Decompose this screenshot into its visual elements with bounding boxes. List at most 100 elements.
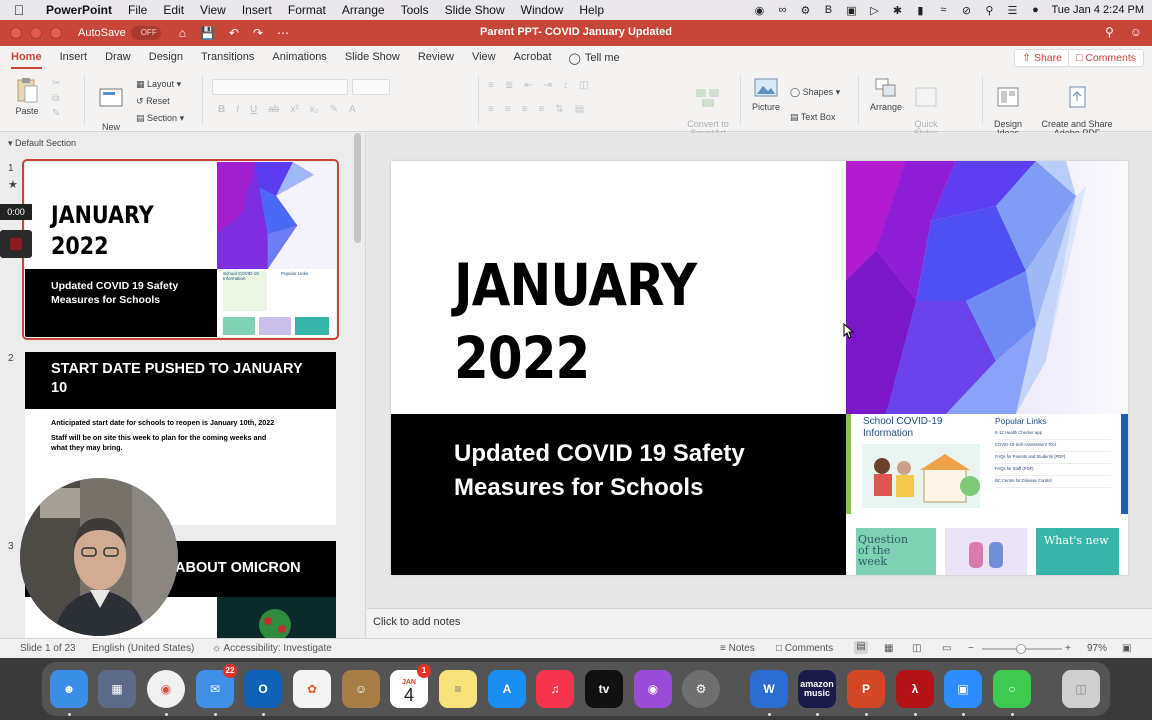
bluetooth-icon[interactable]: ✱ <box>890 5 904 17</box>
slide-thumbnail-1[interactable]: JANUARY 2022 Updated COVID 19 Safety Mea… <box>22 159 339 340</box>
battery-icon[interactable]: ▮ <box>913 5 927 17</box>
chrome-icon[interactable]: ◉ <box>147 670 185 708</box>
underline-icon[interactable]: U <box>250 104 257 115</box>
slide-sorter-icon[interactable]: ▦ <box>884 643 893 654</box>
current-slide[interactable]: JANUARY 2022 Updated COVID 19 Safety Mea… <box>391 161 1128 575</box>
justify-icon[interactable]: ≡ <box>539 104 545 115</box>
menu-window[interactable]: Window <box>513 3 572 17</box>
play-icon[interactable]: ▷ <box>867 5 881 17</box>
tab-transitions[interactable]: Transitions <box>192 46 263 70</box>
acrobat-icon[interactable]: λ <box>896 670 934 708</box>
close-window-button[interactable] <box>10 27 22 39</box>
superscript-icon[interactable]: x² <box>290 104 298 115</box>
more-icon[interactable]: ⋯ <box>277 26 289 40</box>
music-icon[interactable]: ♫ <box>536 670 574 708</box>
notes-pane[interactable]: Click to add notes <box>367 608 1152 638</box>
photos-icon[interactable]: ✿ <box>293 670 331 708</box>
amazon-music-icon[interactable]: amazon music <box>798 670 836 708</box>
comments-button[interactable]: □ Comments <box>1067 49 1144 67</box>
search-icon[interactable]: ⚲ <box>1105 25 1114 39</box>
stop-recording-button[interactable] <box>0 230 32 258</box>
quick-styles-button[interactable]: Quick Styles <box>908 76 944 138</box>
paste-button[interactable]: Paste <box>10 76 44 116</box>
account-icon[interactable]: ☺ <box>1130 25 1142 39</box>
powerpoint-icon[interactable]: P <box>847 670 885 708</box>
align-center-icon[interactable]: ≡ <box>505 104 511 115</box>
zoom-in-icon[interactable]: + <box>1065 643 1071 654</box>
tab-view[interactable]: View <box>463 46 505 70</box>
format-painter-icon[interactable]: ✎ <box>52 106 60 121</box>
section-header[interactable]: ▾ Default Section <box>8 138 76 149</box>
share-button[interactable]: ⇧ Share <box>1014 49 1070 67</box>
language[interactable]: English (United States) <box>92 643 194 654</box>
focus-icon[interactable]: ⊘ <box>959 5 973 17</box>
reading-view-icon[interactable]: ◫ <box>912 643 921 654</box>
section-button[interactable]: ▤ Section ▾ <box>136 110 184 127</box>
align-left-icon[interactable]: ≡ <box>488 104 494 115</box>
minimize-window-button[interactable] <box>30 27 42 39</box>
text-box-button[interactable]: ▤ Text Box <box>790 105 840 130</box>
control-center-icon[interactable]: ☰ <box>1005 5 1019 17</box>
tab-draw[interactable]: Draw <box>96 46 140 70</box>
increase-indent-icon[interactable]: ⇥ <box>544 80 552 91</box>
clock[interactable]: Tue Jan 4 2:24 PM <box>1051 4 1144 16</box>
font-family-select[interactable] <box>212 79 348 95</box>
slide-title[interactable]: JANUARY 2022 <box>454 249 697 395</box>
apple-menu-icon[interactable]:  <box>0 2 38 18</box>
autosave-toggle[interactable]: OFF <box>130 26 161 40</box>
tab-acrobat[interactable]: Acrobat <box>505 46 561 70</box>
strikethrough-icon[interactable]: ab <box>268 104 279 115</box>
font-size-select[interactable] <box>352 79 390 95</box>
tab-design[interactable]: Design <box>140 46 192 70</box>
finder-icon[interactable]: ☻ <box>50 670 88 708</box>
subscript-icon[interactable]: x₂ <box>310 104 319 115</box>
text-direction-icon[interactable]: ⇅ <box>555 104 563 115</box>
layout-button[interactable]: ▦ Layout ▾ <box>136 76 184 93</box>
normal-view-icon[interactable]: ▤ <box>854 641 868 654</box>
thumbnail-scrollbar[interactable] <box>354 133 361 243</box>
italic-icon[interactable]: I <box>236 104 239 115</box>
menu-help[interactable]: Help <box>571 3 612 17</box>
school-website-image[interactable]: School COVID-19 Information Popular Link… <box>846 414 1128 575</box>
tab-review[interactable]: Review <box>409 46 463 70</box>
highlight-icon[interactable]: ✎ <box>330 104 338 115</box>
system-preferences-icon[interactable]: ⚙ <box>682 670 720 708</box>
search-icon[interactable]: ⚲ <box>982 5 996 17</box>
menu-edit[interactable]: Edit <box>155 3 192 17</box>
zoom-app-icon[interactable]: ▣ <box>944 670 982 708</box>
tab-insert[interactable]: Insert <box>51 46 97 70</box>
accessibility-status[interactable]: ☼ Accessibility: Investigate <box>212 643 332 654</box>
home-icon[interactable]: ⌂ <box>179 26 186 40</box>
menu-slide-show[interactable]: Slide Show <box>437 3 513 17</box>
zoom-window-button[interactable] <box>50 27 62 39</box>
zoom-out-icon[interactable]: − <box>968 643 974 654</box>
slideshow-view-icon[interactable]: ▭ <box>942 643 951 654</box>
apple-tv-icon[interactable]: tv <box>585 670 623 708</box>
siri-icon[interactable]: ● <box>1028 4 1042 16</box>
screen-icon[interactable]: ▣ <box>844 5 858 17</box>
creative-cloud-icon[interactable]: ∞ <box>775 4 789 16</box>
app-store-icon[interactable]: A <box>488 670 526 708</box>
menu-insert[interactable]: Insert <box>234 3 280 17</box>
line-spacing-icon[interactable]: ↕ <box>563 80 568 91</box>
record-icon[interactable]: ◉ <box>752 5 766 17</box>
fit-to-window-icon[interactable]: ▣ <box>1122 643 1131 654</box>
shapes-button[interactable]: ◯ Shapes ▾ <box>790 80 840 105</box>
zoom-slider[interactable] <box>982 644 1062 654</box>
menu-format[interactable]: Format <box>280 3 334 17</box>
tell-me[interactable]: ◯ Tell me <box>561 52 628 65</box>
tab-home[interactable]: Home <box>2 46 51 70</box>
align-right-icon[interactable]: ≡ <box>522 104 528 115</box>
arrange-button[interactable]: Arrange <box>866 76 906 112</box>
menu-app-name[interactable]: PowerPoint <box>38 3 120 17</box>
columns-icon[interactable]: ◫ <box>579 80 588 91</box>
notes-app-icon[interactable]: ≡ <box>439 670 477 708</box>
slide-subtitle[interactable]: Updated COVID 19 Safety Measures for Sch… <box>454 437 745 505</box>
reset-button[interactable]: ↺ Reset <box>136 93 184 110</box>
menu-view[interactable]: View <box>192 3 234 17</box>
gear-icon[interactable]: ⚙ <box>798 5 812 17</box>
design-ideas-button[interactable]: Design Ideas <box>988 76 1028 138</box>
save-icon[interactable]: 💾 <box>200 26 215 40</box>
menu-tools[interactable]: Tools <box>393 3 437 17</box>
undo-icon[interactable]: ↶ <box>229 26 239 40</box>
